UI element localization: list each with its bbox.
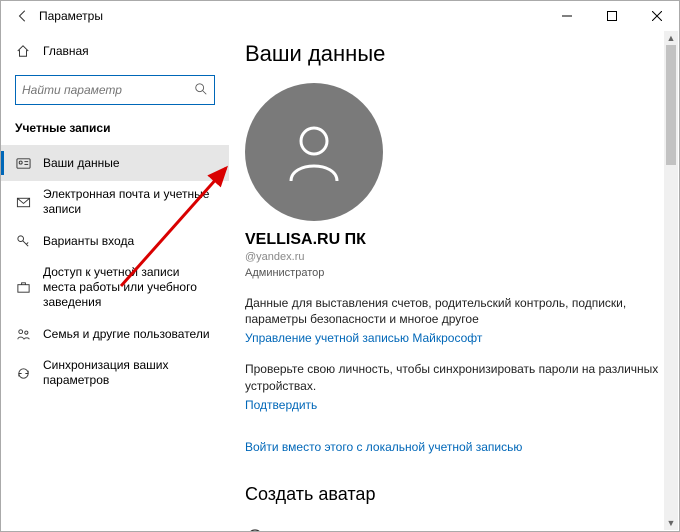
manage-account-link[interactable]: Управление учетной записью Майкрософт	[245, 331, 482, 345]
sidebar: Главная Учетные записи Ваши данные Элект…	[1, 31, 229, 531]
key-icon	[15, 234, 31, 249]
camera-icon	[245, 527, 265, 531]
sidebar-item-signin-options[interactable]: Варианты входа	[1, 223, 229, 259]
sidebar-item-label: Электронная почта и учетные записи	[43, 187, 215, 217]
create-avatar-heading: Создать аватар	[245, 484, 663, 505]
avatar	[245, 83, 383, 221]
back-button[interactable]	[9, 2, 37, 30]
sidebar-item-label: Варианты входа	[43, 234, 215, 249]
id-card-icon	[15, 156, 31, 171]
page-title: Ваши данные	[245, 41, 663, 67]
sidebar-home[interactable]: Главная	[1, 35, 229, 67]
verify-link[interactable]: Подтвердить	[245, 398, 317, 412]
briefcase-icon	[15, 280, 31, 295]
sidebar-category: Учетные записи	[1, 105, 229, 145]
sidebar-home-label: Главная	[43, 44, 89, 58]
sidebar-item-label: Доступ к учетной записи места работы или…	[43, 265, 215, 310]
home-icon	[15, 44, 31, 58]
scrollbar-thumb[interactable]	[666, 45, 676, 165]
option-label: Камера	[279, 530, 321, 531]
people-icon	[15, 327, 31, 342]
sidebar-item-family[interactable]: Семья и другие пользователи	[1, 316, 229, 352]
sidebar-item-label: Семья и другие пользователи	[43, 327, 215, 342]
sidebar-item-label: Ваши данные	[43, 156, 215, 171]
search-input[interactable]	[22, 83, 194, 97]
main-content: Ваши данные VELLISA.RU ПК @yandex.ru Адм…	[229, 31, 679, 531]
verify-description: Проверьте свою личность, чтобы синхрониз…	[245, 361, 663, 393]
sidebar-item-your-info[interactable]: Ваши данные	[1, 145, 229, 181]
scroll-down-icon[interactable]: ▼	[664, 516, 678, 530]
search-input-container[interactable]	[15, 75, 215, 105]
window-title: Параметры	[37, 9, 103, 23]
search-icon	[194, 82, 208, 99]
vertical-scrollbar[interactable]: ▲ ▼	[664, 31, 678, 530]
account-name: VELLISA.RU ПК	[245, 231, 663, 249]
sidebar-item-work-access[interactable]: Доступ к учетной записи места работы или…	[1, 259, 229, 316]
sidebar-item-label: Синхронизация ваших параметров	[43, 358, 215, 388]
account-email: @yandex.ru	[245, 251, 663, 263]
sidebar-item-sync[interactable]: Синхронизация ваших параметров	[1, 352, 229, 394]
billing-description: Данные для выставления счетов, родительс…	[245, 295, 663, 327]
account-role: Администратор	[245, 267, 663, 279]
sync-icon	[15, 366, 31, 381]
sidebar-item-email[interactable]: Электронная почта и учетные записи	[1, 181, 229, 223]
scroll-up-icon[interactable]: ▲	[664, 31, 678, 45]
close-button[interactable]	[634, 1, 679, 31]
local-account-link[interactable]: Войти вместо этого с локальной учетной з…	[245, 440, 522, 454]
mail-icon	[15, 195, 31, 210]
maximize-button[interactable]	[589, 1, 634, 31]
option-camera[interactable]: Камера	[245, 519, 663, 531]
minimize-button[interactable]	[544, 1, 589, 31]
